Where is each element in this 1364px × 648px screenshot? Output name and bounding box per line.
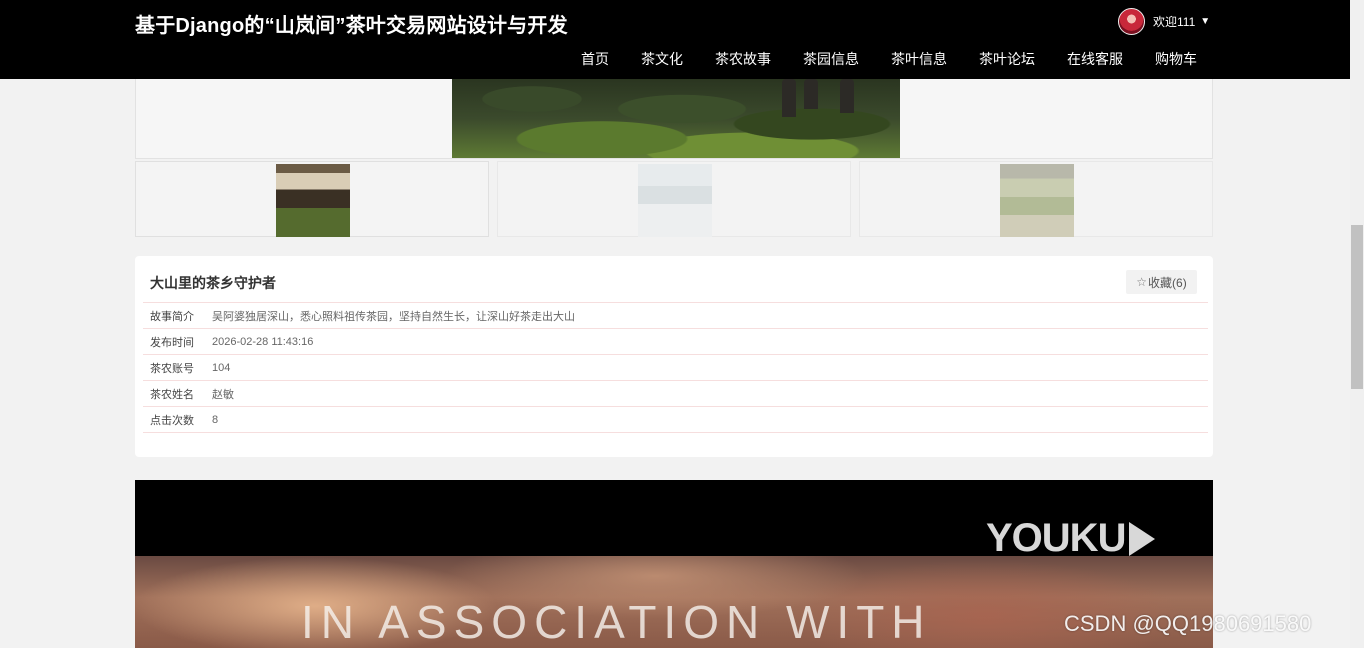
detail-value: 2026-02-28 11:43:16 [212, 335, 314, 348]
youku-logo: YOUKU [986, 516, 1156, 561]
page-scrollbar[interactable] [1350, 0, 1364, 648]
nav-tea-forum[interactable]: 茶叶论坛 [963, 49, 1051, 69]
thumbnail-image[interactable] [638, 164, 712, 237]
scrollbar-thumb[interactable] [1351, 225, 1363, 389]
detail-row: 故事简介 吴阿婆独居深山，悉心照料祖传茶园，坚持自然生长，让深山好茶走出大山 [143, 302, 1208, 328]
video-player[interactable]: YOUKU IN ASSOCIATION WITH [135, 480, 1213, 648]
nav-home[interactable]: 首页 [565, 49, 625, 69]
detail-value: 104 [212, 361, 231, 374]
detail-label: 发布时间 [150, 336, 194, 349]
thumbnail-image[interactable] [1000, 164, 1074, 237]
caret-down-icon[interactable]: ▼ [1200, 16, 1210, 27]
star-icon: ☆ [1136, 275, 1148, 289]
thumbnail-3[interactable] [859, 161, 1213, 237]
top-header: 基于Django的“山岚间”茶叶交易网站设计与开发 欢迎111 ▼ 首页 茶文化… [0, 0, 1350, 79]
person-figure [804, 79, 818, 109]
detail-table: 故事简介 吴阿婆独居深山，悉心照料祖传茶园，坚持自然生长，让深山好茶走出大山 发… [143, 302, 1208, 433]
thumbnail-image[interactable] [276, 164, 350, 237]
user-avatar[interactable] [1118, 7, 1145, 35]
detail-label: 茶农账号 [150, 362, 194, 375]
thumbnail-2[interactable] [497, 161, 851, 237]
detail-row: 茶农账号 104 [143, 354, 1208, 380]
play-arrow-icon [1129, 521, 1156, 556]
story-title: 大山里的茶乡守护者 [150, 275, 276, 291]
person-figure [782, 79, 796, 117]
thumbnail-strip [135, 161, 1213, 239]
detail-value: 8 [212, 413, 219, 426]
detail-label: 茶农姓名 [150, 388, 194, 401]
main-image [452, 79, 900, 158]
nav-online-service[interactable]: 在线客服 [1051, 49, 1139, 69]
nav-tea-products[interactable]: 茶叶信息 [875, 49, 963, 69]
person-figure [840, 79, 854, 113]
detail-label: 故事简介 [150, 310, 194, 323]
detail-row: 茶农姓名 赵敏 [143, 380, 1208, 406]
main-image-viewer [135, 79, 1213, 159]
nav-cart[interactable]: 购物车 [1139, 49, 1213, 69]
video-caption: IN ASSOCIATION WITH [301, 596, 932, 648]
thumbnail-1[interactable] [135, 161, 489, 237]
detail-row: 点击次数 8 [143, 406, 1208, 433]
story-detail-card: 大山里的茶乡守护者 ☆ 收藏(6) 故事简介 吴阿婆独居深山，悉心照料祖传茶园，… [135, 256, 1213, 457]
nav-farmer-stories[interactable]: 茶农故事 [699, 49, 787, 69]
detail-value: 赵敏 [212, 388, 234, 401]
nav-tea-garden[interactable]: 茶园信息 [787, 49, 875, 69]
csdn-watermark: CSDN @QQ1980691580 [1064, 611, 1312, 636]
favorite-label: 收藏(6) [1148, 275, 1187, 290]
nav-tea-culture[interactable]: 茶文化 [625, 49, 699, 69]
user-menu[interactable]: 欢迎111 ▼ [1118, 7, 1210, 35]
detail-label: 点击次数 [150, 414, 194, 427]
main-nav: 首页 茶文化 茶农故事 茶园信息 茶叶信息 茶叶论坛 在线客服 购物车 [565, 48, 1213, 70]
detail-row: 发布时间 2026-02-28 11:43:16 [143, 328, 1208, 354]
site-title[interactable]: 基于Django的“山岚间”茶叶交易网站设计与开发 [135, 9, 568, 38]
youku-brand-text: YOUKU [986, 516, 1126, 560]
favorite-button[interactable]: ☆ 收藏(6) [1126, 270, 1197, 294]
user-greeting[interactable]: 欢迎111 [1153, 13, 1195, 30]
detail-value: 吴阿婆独居深山，悉心照料祖传茶园，坚持自然生长，让深山好茶走出大山 [212, 310, 575, 323]
